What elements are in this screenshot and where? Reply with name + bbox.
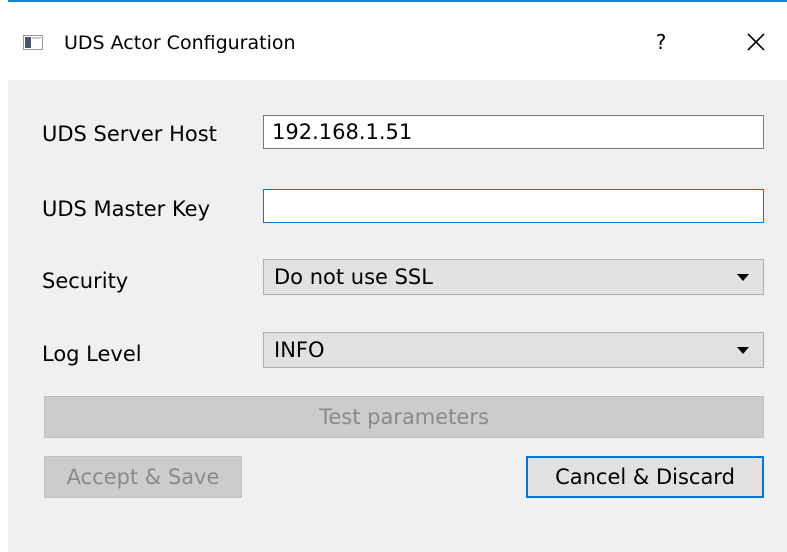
close-button[interactable] (740, 26, 772, 58)
master-key-label: UDS Master Key (42, 197, 211, 221)
server-host-label: UDS Server Host (42, 122, 217, 146)
cancel-discard-button[interactable]: Cancel & Discard (526, 456, 764, 498)
chevron-down-icon (737, 274, 749, 281)
window-title: UDS Actor Configuration (64, 32, 296, 54)
security-select[interactable]: Do not use SSL (263, 259, 764, 295)
security-label: Security (42, 269, 129, 293)
test-parameters-button[interactable]: Test parameters (44, 396, 764, 438)
log-level-label: Log Level (42, 342, 142, 366)
close-icon (747, 33, 765, 51)
window-app-icon (23, 35, 43, 50)
title-bar[interactable]: UDS Actor Configuration ? (8, 2, 787, 80)
accept-save-button[interactable]: Accept & Save (44, 456, 242, 498)
log-level-select[interactable]: INFO (263, 332, 764, 368)
dialog-window: UDS Actor Configuration ? UDS Server Hos… (8, 0, 787, 552)
help-button[interactable]: ? (649, 26, 673, 58)
security-selected-value: Do not use SSL (274, 265, 433, 289)
server-host-input[interactable] (263, 115, 764, 149)
master-key-input[interactable] (263, 189, 764, 223)
log-level-selected-value: INFO (274, 338, 325, 362)
chevron-down-icon (737, 347, 749, 354)
